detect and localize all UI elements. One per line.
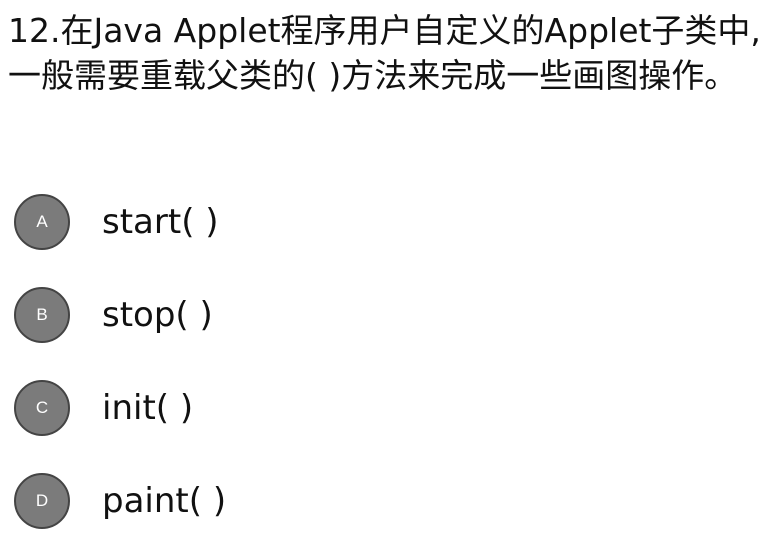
option-b[interactable]: B stop( ) xyxy=(14,286,754,344)
option-c-label[interactable]: init( ) xyxy=(102,387,193,429)
option-d-badge[interactable]: D xyxy=(14,473,70,529)
option-a[interactable]: A start( ) xyxy=(14,193,754,251)
question-text: 12.在Java Applet程序用户自定义的Applet子类中,一般需要重载父… xyxy=(8,11,761,95)
option-c-badge[interactable]: C xyxy=(14,380,70,436)
option-b-label[interactable]: stop( ) xyxy=(102,294,213,336)
option-a-badge[interactable]: A xyxy=(14,194,70,250)
option-c[interactable]: C init( ) xyxy=(14,379,754,437)
option-d-label[interactable]: paint( ) xyxy=(102,480,226,522)
answer-options: A start( ) B stop( ) C init( ) D paint( … xyxy=(14,193,754,530)
option-a-label[interactable]: start( ) xyxy=(102,201,219,243)
option-d[interactable]: D paint( ) xyxy=(14,472,754,530)
option-b-badge[interactable]: B xyxy=(14,287,70,343)
